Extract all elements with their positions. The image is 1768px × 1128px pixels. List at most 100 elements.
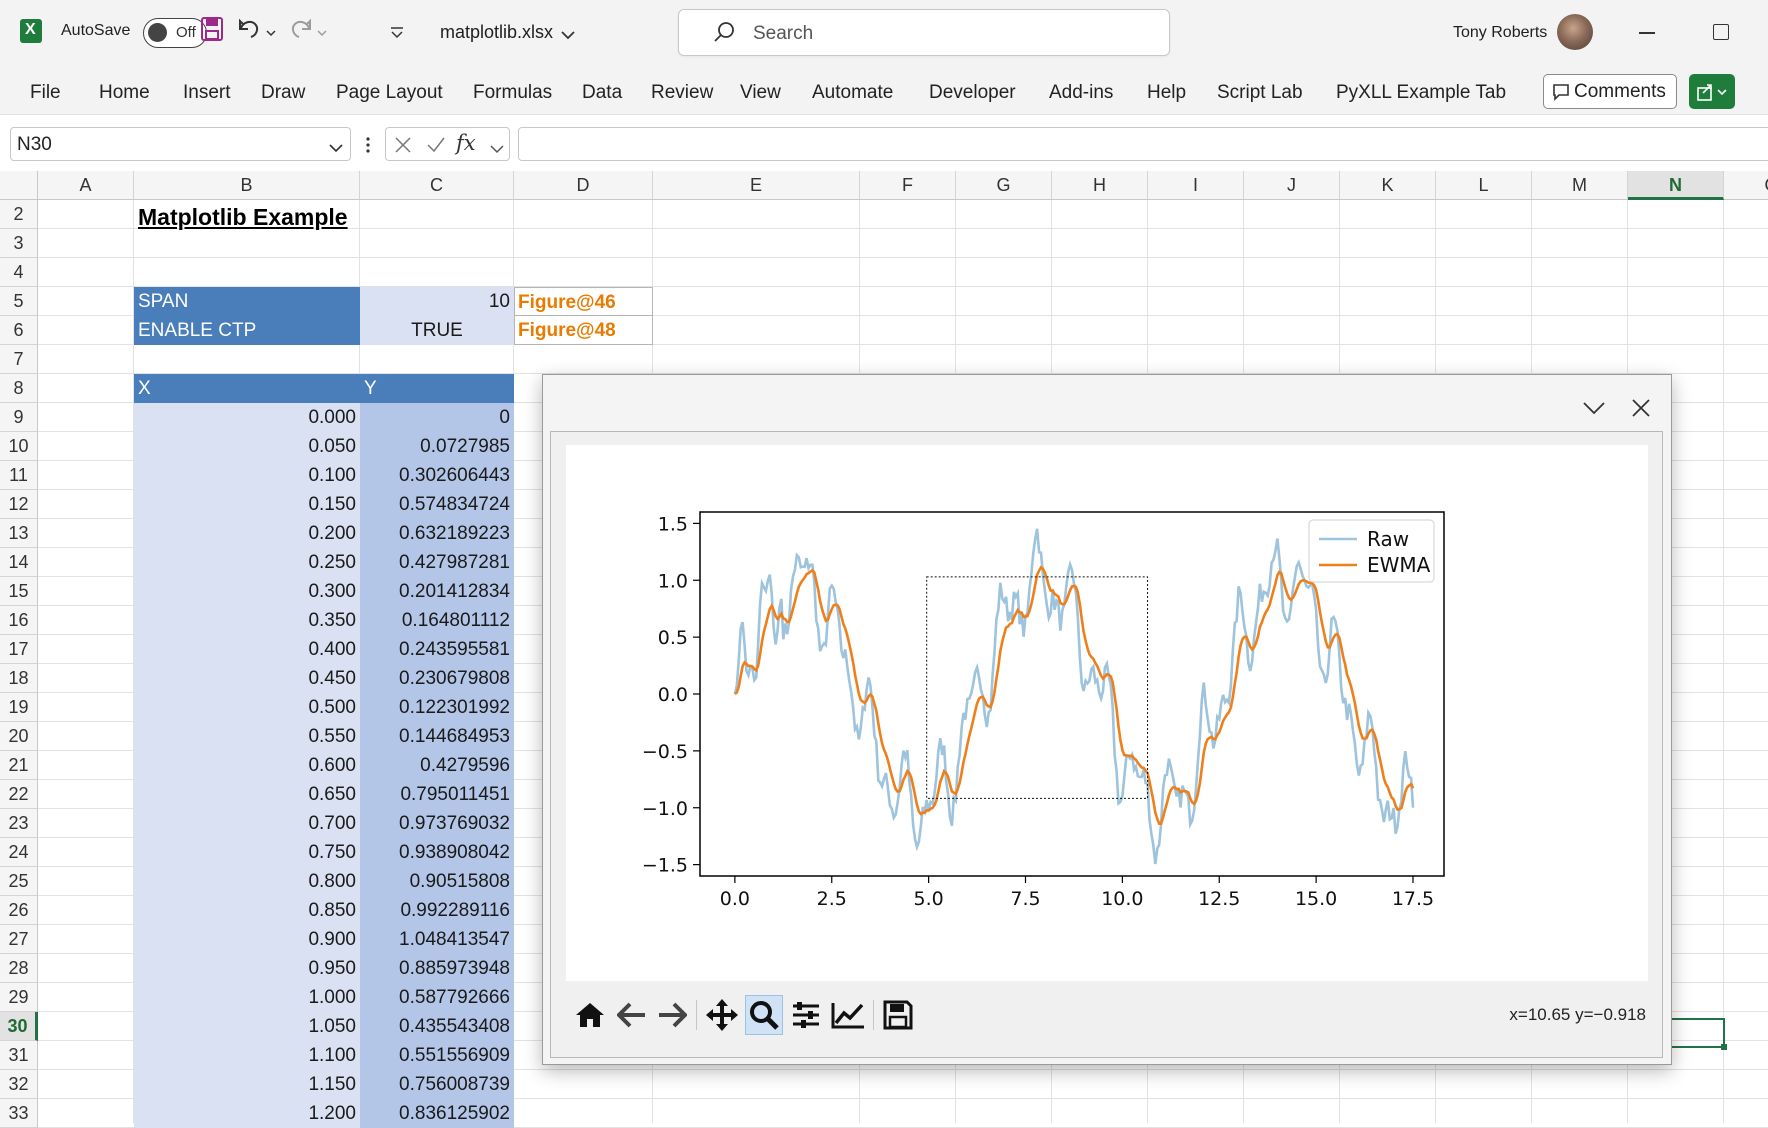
row-header[interactable]: 32 [0, 1070, 38, 1099]
row-header[interactable]: 9 [0, 403, 38, 432]
table-cell-x[interactable]: 0.200 [134, 519, 360, 548]
table-cell-y[interactable]: 0.587792666 [360, 983, 514, 1012]
column-header-j[interactable]: J [1244, 171, 1340, 200]
row-header[interactable]: 2 [0, 200, 38, 229]
excel-logo-icon[interactable]: X [20, 19, 42, 43]
file-name-chevron-icon[interactable] [561, 27, 575, 45]
row-header[interactable]: 20 [0, 722, 38, 751]
tab-review[interactable]: Review [651, 82, 713, 104]
row-header[interactable]: 26 [0, 896, 38, 925]
sheet-title[interactable]: Matplotlib Example [138, 203, 438, 232]
row-header[interactable]: 15 [0, 577, 38, 606]
table-cell-y[interactable]: 0.144684953 [360, 722, 514, 751]
table-cell-y[interactable]: 0.992289116 [360, 896, 514, 925]
param-value-span[interactable]: 10 [360, 287, 514, 316]
row-header[interactable]: 6 [0, 316, 38, 345]
table-cell-x[interactable]: 0.500 [134, 693, 360, 722]
redo-dropdown-icon[interactable] [317, 24, 327, 42]
table-cell-x[interactable]: 0.550 [134, 722, 360, 751]
table-cell-y[interactable]: 0.230679808 [360, 664, 514, 693]
table-cell-x[interactable]: 1.100 [134, 1041, 360, 1070]
pane-close-icon[interactable] [1632, 399, 1650, 422]
table-cell-x[interactable]: 1.200 [134, 1099, 360, 1128]
column-header-g[interactable]: G [956, 171, 1052, 200]
table-cell-y[interactable]: 0.164801112 [360, 606, 514, 635]
pane-collapse-chevron-icon[interactable] [1583, 401, 1605, 420]
tab-script-lab[interactable]: Script Lab [1217, 82, 1303, 104]
row-header[interactable]: 14 [0, 548, 38, 577]
column-header-l[interactable]: L [1436, 171, 1532, 200]
avatar[interactable] [1557, 14, 1593, 50]
table-cell-x[interactable]: 0.050 [134, 432, 360, 461]
plot-task-pane[interactable]: 0.0 2.5 5.0 7.5 10.0 12.5 15.0 17.5 1.5 1.0 0.5 0.0… [542, 374, 1672, 1065]
customize-toolbar-icon[interactable] [390, 26, 404, 44]
row-header[interactable]: 7 [0, 345, 38, 374]
tab-draw[interactable]: Draw [261, 82, 305, 104]
forward-arrow-icon[interactable] [653, 995, 691, 1035]
table-cell-x[interactable]: 0.900 [134, 925, 360, 954]
table-cell-x[interactable]: 0.700 [134, 809, 360, 838]
column-header-a[interactable]: A [38, 171, 134, 200]
table-cell-y[interactable]: 0.551556909 [360, 1041, 514, 1070]
table-cell-x[interactable]: 0.150 [134, 490, 360, 519]
row-header[interactable]: 31 [0, 1041, 38, 1070]
zoom-icon[interactable] [745, 995, 783, 1035]
table-cell-y[interactable]: 0.201412834 [360, 577, 514, 606]
autosave-toggle[interactable]: Off [143, 18, 207, 48]
tab-formulas[interactable]: Formulas [473, 82, 552, 104]
column-header-n[interactable]: N [1628, 171, 1724, 200]
tab-page-layout[interactable]: Page Layout [336, 82, 443, 104]
edit-axis-icon[interactable] [829, 995, 867, 1035]
redo-icon[interactable] [287, 16, 313, 47]
name-box-chevron-icon[interactable] [329, 140, 343, 158]
table-cell-y[interactable]: 0 [360, 403, 514, 432]
table-cell-y[interactable]: 0.435543408 [360, 1012, 514, 1041]
tab-file[interactable]: File [30, 82, 61, 104]
table-cell-x[interactable]: 1.050 [134, 1012, 360, 1041]
row-header[interactable]: 5 [0, 287, 38, 316]
tab-view[interactable]: View [740, 82, 781, 104]
row-header[interactable]: 18 [0, 664, 38, 693]
select-all-corner[interactable] [0, 171, 38, 200]
column-header-k[interactable]: K [1340, 171, 1436, 200]
column-header-h[interactable]: H [1052, 171, 1148, 200]
table-cell-x[interactable]: 0.400 [134, 635, 360, 664]
param-label-span[interactable]: SPAN [134, 287, 360, 316]
row-header[interactable]: 16 [0, 606, 38, 635]
tab-insert[interactable]: Insert [183, 82, 231, 104]
tab-data[interactable]: Data [582, 82, 622, 104]
row-header[interactable]: 28 [0, 954, 38, 983]
column-header-i[interactable]: I [1148, 171, 1244, 200]
table-cell-y[interactable]: 0.938908042 [360, 838, 514, 867]
save-icon[interactable] [201, 17, 223, 46]
table-cell-x[interactable]: 1.150 [134, 1070, 360, 1099]
table-cell-y[interactable]: 0.574834724 [360, 490, 514, 519]
row-header[interactable]: 21 [0, 751, 38, 780]
table-cell-x[interactable]: 0.950 [134, 954, 360, 983]
row-header[interactable]: 22 [0, 780, 38, 809]
row-header[interactable]: 24 [0, 838, 38, 867]
table-cell-y[interactable]: 0.4279596 [360, 751, 514, 780]
table-cell-x[interactable]: 0.850 [134, 896, 360, 925]
more-options-icon[interactable] [366, 137, 370, 158]
table-cell-x[interactable]: 0.350 [134, 606, 360, 635]
row-header[interactable]: 30 [0, 1012, 38, 1041]
fill-handle[interactable] [1721, 1044, 1727, 1050]
table-cell-y[interactable]: 0.90515808 [360, 867, 514, 896]
tab-add-ins[interactable]: Add-ins [1049, 82, 1113, 104]
insert-function-icon[interactable]: fx [456, 131, 476, 155]
table-cell-x[interactable]: 0.650 [134, 780, 360, 809]
tab-automate[interactable]: Automate [812, 82, 893, 104]
column-header-c[interactable]: C [360, 171, 514, 200]
table-cell-x[interactable]: 0.250 [134, 548, 360, 577]
row-header[interactable]: 12 [0, 490, 38, 519]
figure-cell-48[interactable]: Figure@48 [514, 316, 653, 345]
table-cell-y[interactable]: 0.302606443 [360, 461, 514, 490]
row-header[interactable]: 29 [0, 983, 38, 1012]
column-header-f[interactable]: F [860, 171, 956, 200]
user-name[interactable]: Tony Roberts [1453, 24, 1547, 42]
table-cell-x[interactable]: 0.000 [134, 403, 360, 432]
minimize-icon[interactable] [1639, 32, 1655, 34]
tab-pyxll-example[interactable]: PyXLL Example Tab [1336, 82, 1506, 104]
row-header[interactable]: 4 [0, 258, 38, 287]
